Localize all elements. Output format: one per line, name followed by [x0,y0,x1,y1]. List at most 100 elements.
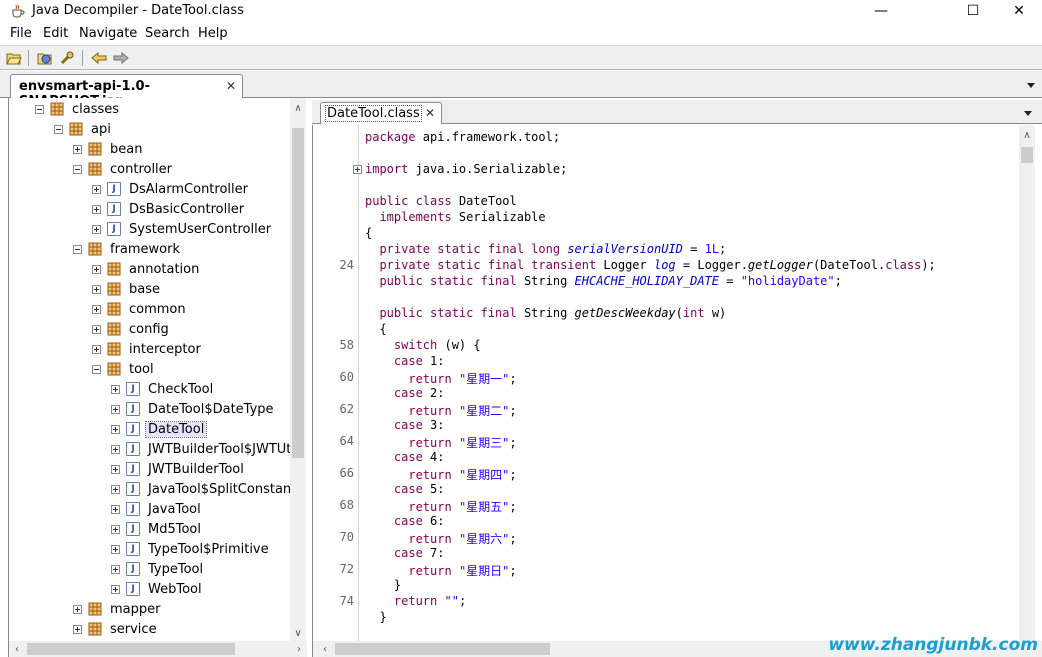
collapse-icon[interactable] [54,124,63,134]
code-editor[interactable]: 24 58 60 62 64 66 68 70 72 74 package ap… [312,125,1042,657]
tree-class-node[interactable]: J SystemUserController [92,219,273,239]
editor-tab-datetool[interactable]: DateTool.class ✕ [320,102,442,124]
scroll-left-icon[interactable]: ‹ [317,641,333,657]
expand-icon[interactable] [92,224,101,234]
tree-vertical-scrollbar[interactable]: ∧ ∨ [290,98,306,641]
menu-navigate[interactable]: Navigate [79,26,137,41]
close-window-button[interactable]: ✕ [996,0,1042,22]
tree-class-node[interactable]: J DsAlarmController [92,179,250,199]
tree-package-node[interactable]: framework [73,239,182,259]
tree-class-node[interactable]: J Md5Tool [111,519,203,539]
tree-scroll-thumb[interactable] [292,128,304,458]
tree-class-node[interactable]: J CheckTool [111,379,215,399]
menu-edit[interactable]: Edit [43,26,68,41]
tree-package-node[interactable]: bean [73,139,144,159]
expand-icon[interactable] [92,344,101,354]
tree-package-node[interactable]: tool [92,359,156,379]
scroll-right-icon[interactable]: › [291,641,307,657]
editor-scroll-thumb[interactable] [1021,147,1033,163]
tree-package-node[interactable]: classes [35,99,121,119]
tree-package-node[interactable]: common [92,299,188,319]
expand-icon[interactable] [111,504,120,514]
tree-hscroll-thumb[interactable] [27,643,235,655]
tree-class-node[interactable]: J JavaTool$SplitConstants [111,479,305,499]
collapse-icon[interactable] [92,364,101,374]
editor-hscroll-thumb[interactable] [335,643,550,655]
expand-imports-icon[interactable] [353,165,362,174]
tree-horizontal-scrollbar[interactable]: ‹ › [9,641,307,657]
open-type-button[interactable] [35,49,55,67]
tree-class-node[interactable]: J TypeTool [111,559,205,579]
tree-package-node[interactable]: config [92,319,171,339]
expand-icon[interactable] [92,304,101,314]
menu-file[interactable]: File [10,26,32,41]
tree-package-node[interactable]: controller [73,159,174,179]
expand-icon[interactable] [111,564,120,574]
expand-icon[interactable] [92,204,101,214]
tree-class-node[interactable]: J JavaTool [111,499,203,519]
tree-class-node[interactable]: J DateTool$DateType [111,399,276,419]
menu-search[interactable]: Search [145,26,190,41]
expand-icon[interactable] [92,324,101,334]
jar-tab[interactable]: envsmart-api-1.0-SNAPSHOT.jar ✕ [10,74,243,109]
tree-package-node[interactable]: mapper [73,599,162,619]
collapse-icon[interactable] [73,244,82,254]
minimize-button[interactable]: — [858,0,904,22]
expand-icon[interactable] [73,144,82,154]
expand-icon[interactable] [111,404,120,414]
open-file-button[interactable] [4,49,24,67]
expand-icon[interactable] [111,544,120,554]
scroll-up-icon[interactable]: ∧ [1019,127,1035,143]
expand-icon[interactable] [111,484,120,494]
tree-package-node[interactable]: annotation [92,259,201,279]
tree-package-node[interactable]: base [92,279,162,299]
collapse-icon[interactable] [73,164,82,174]
tree-node-label: TypeTool [148,561,204,577]
expand-icon[interactable] [111,584,120,594]
expand-icon[interactable] [92,184,101,194]
tree-class-node[interactable]: J TypeTool$Primitive [111,539,271,559]
expand-icon[interactable] [111,444,120,454]
tree-node-label: interceptor [129,341,201,357]
expand-icon[interactable] [111,384,120,394]
scroll-left-icon[interactable]: ‹ [9,641,25,657]
code-line: case 3: [365,418,445,432]
package-icon [107,362,121,376]
close-tab-icon[interactable]: ✕ [226,79,236,93]
tree-package-node[interactable]: service [73,619,159,639]
menu-help[interactable]: Help [198,26,228,41]
scroll-up-icon[interactable]: ∧ [290,100,306,116]
package-icon [88,242,102,256]
back-button[interactable] [89,49,109,67]
maximize-button[interactable]: ☐ [950,0,996,22]
tree-package-node[interactable]: api [54,119,113,139]
code-line: return "星期三"; [365,436,517,450]
tree-class-node[interactable]: J JWTBuilderTool$JWTUtil [111,439,301,459]
tree-node-label: CheckTool [148,381,214,397]
expand-icon[interactable] [73,624,82,634]
tree-class-node[interactable]: J WebTool [111,579,204,599]
editor-vertical-scrollbar[interactable]: ∧ [1019,125,1035,641]
tree-class-node[interactable]: J JWTBuilderTool [111,459,246,479]
expand-icon[interactable] [111,424,120,434]
tree-node-label: tool [129,361,154,377]
tree-class-node[interactable]: J DsBasicController [92,199,246,219]
tree-class-node[interactable]: J DateTool [111,419,208,439]
scroll-down-icon[interactable]: ∨ [290,625,306,641]
find-button[interactable] [57,49,77,67]
expand-icon[interactable] [92,284,101,294]
forward-button[interactable] [111,49,131,67]
expand-icon[interactable] [73,604,82,614]
minimize-icon: — [874,3,888,19]
code-line: case 1: [365,354,445,368]
tab-list-dropdown-icon[interactable] [1027,83,1035,88]
tree-package-node[interactable]: interceptor [92,339,203,359]
editor-tab-list-dropdown-icon[interactable] [1024,111,1032,116]
expand-icon[interactable] [111,464,120,474]
close-tab-icon[interactable]: ✕ [425,106,435,120]
expand-icon[interactable] [111,524,120,534]
collapse-icon[interactable] [35,104,44,114]
expand-icon[interactable] [92,264,101,274]
tree-node-label: base [129,281,160,297]
package-tree: classes api bean controller J DsAlarmControll… [8,98,307,657]
